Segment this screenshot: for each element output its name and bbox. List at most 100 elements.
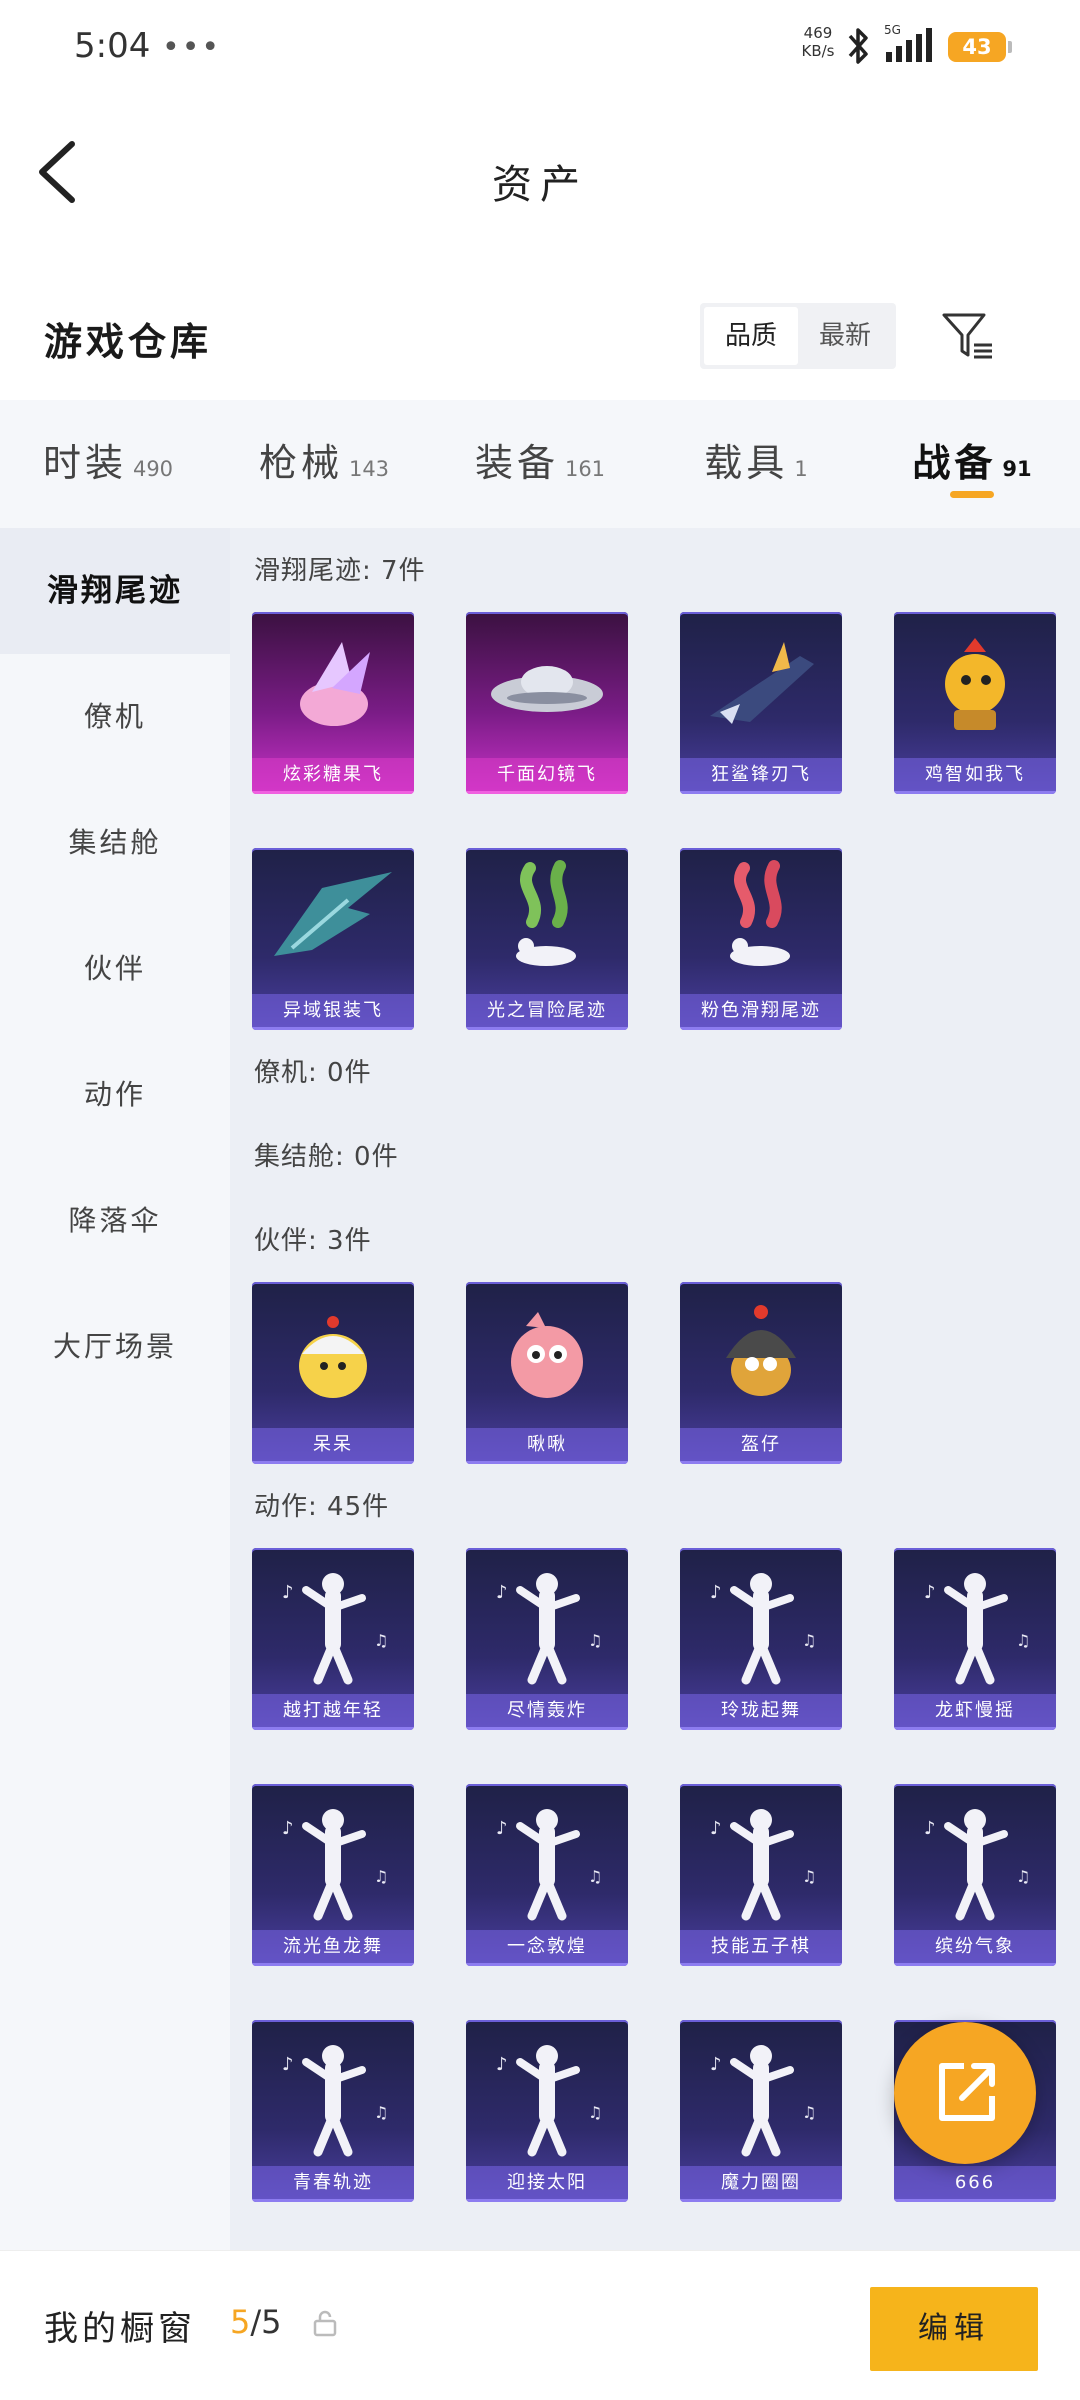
share-icon	[939, 2063, 995, 2121]
item-name: 越打越年轻	[252, 1694, 414, 1730]
svg-text:♪: ♪	[282, 2054, 294, 2075]
sidebar-item[interactable]: 滑翔尾迹	[0, 528, 230, 654]
item-name: 光之冒险尾迹	[466, 994, 628, 1030]
shark-glider-icon	[710, 642, 814, 724]
content-area: 滑翔尾迹: 7件 僚机: 0件 集结舱: 0件 伙伴: 3件 动作: 45件 炫…	[230, 528, 1080, 2250]
sort-quality-option[interactable]: 品质	[704, 307, 798, 365]
item-name: 一念敦煌	[466, 1930, 628, 1966]
network-speed-unit: KB/s	[801, 42, 835, 60]
item-name: 技能五子棋	[680, 1930, 842, 1966]
item-name: 啾啾	[466, 1428, 628, 1464]
ufo-glider-icon	[491, 666, 603, 712]
emote-item-card[interactable]: ♪ ♫ 青春轨迹	[252, 2020, 414, 2202]
dance-figure-icon: ♪♫	[924, 1573, 1030, 1685]
glide-item-card[interactable]: 炫彩糖果飞	[252, 612, 414, 794]
svg-text:♫: ♫	[802, 1631, 816, 1650]
bluetooth-icon	[848, 28, 868, 64]
emote-item-card[interactable]: ♪ ♫ 流光鱼龙舞	[252, 1784, 414, 1966]
share-button[interactable]	[894, 2022, 1036, 2164]
active-tab-indicator	[950, 491, 994, 498]
svg-text:♫: ♫	[374, 1867, 388, 1886]
status-bar: 5:04 ••• 469 KB/s 5G 43	[0, 0, 1080, 96]
tab-4[interactable]: 战备 91	[864, 400, 1080, 528]
showcase-count: 5/5	[230, 2303, 282, 2341]
filter-icon[interactable]	[940, 309, 996, 365]
edit-button[interactable]: 编辑	[870, 2287, 1038, 2371]
sidebar-item[interactable]: 集结舱	[0, 780, 230, 906]
partner-item-card[interactable]: 啾啾	[466, 1282, 628, 1464]
glide-item-card[interactable]: 异域银装飞	[252, 848, 414, 1030]
emote-item-card[interactable]: ♪ ♫ 玲珑起舞	[680, 1548, 842, 1730]
partner-item-card[interactable]: 盔仔	[680, 1282, 842, 1464]
svg-text:♫: ♫	[802, 1867, 816, 1886]
network-speed-value: 469	[803, 24, 833, 42]
chicken-glider-icon	[945, 638, 1005, 730]
tab-count: 490	[132, 457, 174, 481]
item-name: 粉色滑翔尾迹	[680, 994, 842, 1030]
svg-text:♫: ♫	[802, 2103, 816, 2122]
sidebar-item[interactable]: 伙伴	[0, 906, 230, 1032]
svg-text:♫: ♫	[588, 1631, 602, 1650]
partner-item-card[interactable]: 呆呆	[252, 1282, 414, 1464]
emote-item-card[interactable]: ♪ ♫ 缤纷气象	[894, 1784, 1056, 1966]
item-name: 呆呆	[252, 1428, 414, 1464]
emote-item-card[interactable]: ♪ ♫ 技能五子棋	[680, 1784, 842, 1966]
glide-item-card[interactable]: 鸡智如我飞	[894, 612, 1056, 794]
section-title-partner: 伙伴: 3件	[254, 1226, 372, 1256]
item-name: 迎接太阳	[466, 2166, 628, 2202]
lock-icon	[313, 2310, 337, 2337]
svg-text:♪: ♪	[496, 1582, 508, 1603]
svg-text:♪: ♪	[282, 1818, 294, 1839]
glide-item-card[interactable]: 千面幻镜飞	[466, 612, 628, 794]
sidebar-item[interactable]: 僚机	[0, 654, 230, 780]
dance-figure-icon: ♪♫	[710, 2045, 816, 2157]
tab-label: 战备	[912, 441, 997, 485]
item-name: 青春轨迹	[252, 2166, 414, 2202]
tab-0[interactable]: 时装 490	[0, 400, 216, 528]
tab-1[interactable]: 枪械 143	[216, 400, 432, 528]
tab-3[interactable]: 载具 1	[648, 400, 864, 528]
item-name: 千面幻镜飞	[466, 758, 628, 794]
tab-2[interactable]: 装备 161	[432, 400, 648, 528]
svg-text:♫: ♫	[374, 2103, 388, 2122]
emote-item-card[interactable]: ♪ ♫ 一念敦煌	[466, 1784, 628, 1966]
tab-label: 枪械	[258, 441, 343, 485]
pink-smoke-trail-icon	[730, 860, 790, 966]
emote-item-card[interactable]: ♪ ♫ 越打越年轻	[252, 1548, 414, 1730]
sort-newest-option[interactable]: 最新	[798, 307, 892, 365]
svg-text:♫: ♫	[1016, 1631, 1030, 1650]
svg-text:♪: ♪	[710, 2054, 722, 2075]
pink-bird-partner-icon	[511, 1312, 583, 1398]
network-speed: 469 KB/s	[796, 24, 840, 60]
sidebar-item[interactable]: 大厅场景	[0, 1284, 230, 1410]
dance-figure-icon: ♪♫	[710, 1573, 816, 1685]
glide-item-card[interactable]: 粉色滑翔尾迹	[680, 848, 842, 1030]
dance-figure-icon: ♪♫	[496, 1809, 602, 1921]
tab-count: 143	[348, 457, 390, 481]
warehouse-title: 游戏仓库	[44, 320, 213, 364]
battery-indicator: 43	[948, 32, 1012, 62]
svg-text:♫: ♫	[588, 1867, 602, 1886]
svg-text:♪: ♪	[496, 2054, 508, 2075]
helmet-chick-partner-icon	[726, 1305, 796, 1396]
dance-figure-icon: ♪♫	[282, 1573, 388, 1685]
dance-figure-icon: ♪♫	[496, 2045, 602, 2157]
emote-item-card[interactable]: ♪ ♫ 龙虾慢摇	[894, 1548, 1056, 1730]
showcase-used: 5	[230, 2303, 251, 2341]
glide-item-card[interactable]: 光之冒险尾迹	[466, 848, 628, 1030]
item-name: 玲珑起舞	[680, 1694, 842, 1730]
sidebar-item[interactable]: 动作	[0, 1032, 230, 1158]
section-title-pod: 集结舱: 0件	[254, 1142, 399, 1172]
item-name: 魔力圈圈	[680, 2166, 842, 2202]
category-tabs: 时装 490 枪械 143 装备 161 载具 1 战备 91	[0, 400, 1080, 528]
section-title-wingman: 僚机: 0件	[254, 1058, 372, 1088]
emote-item-card[interactable]: ♪ ♫ 魔力圈圈	[680, 2020, 842, 2202]
emote-item-card[interactable]: ♪ ♫ 尽情轰炸	[466, 1548, 628, 1730]
status-time: 5:04	[74, 26, 151, 66]
signal-icon: 5G	[884, 23, 932, 62]
page-title: 资产	[492, 162, 588, 208]
sidebar: 滑翔尾迹 僚机 集结舱 伙伴 动作 降落伞 大厅场景	[0, 528, 230, 2250]
emote-item-card[interactable]: ♪ ♫ 迎接太阳	[466, 2020, 628, 2202]
sidebar-item[interactable]: 降落伞	[0, 1158, 230, 1284]
glide-item-card[interactable]: 狂鲨锋刃飞	[680, 612, 842, 794]
